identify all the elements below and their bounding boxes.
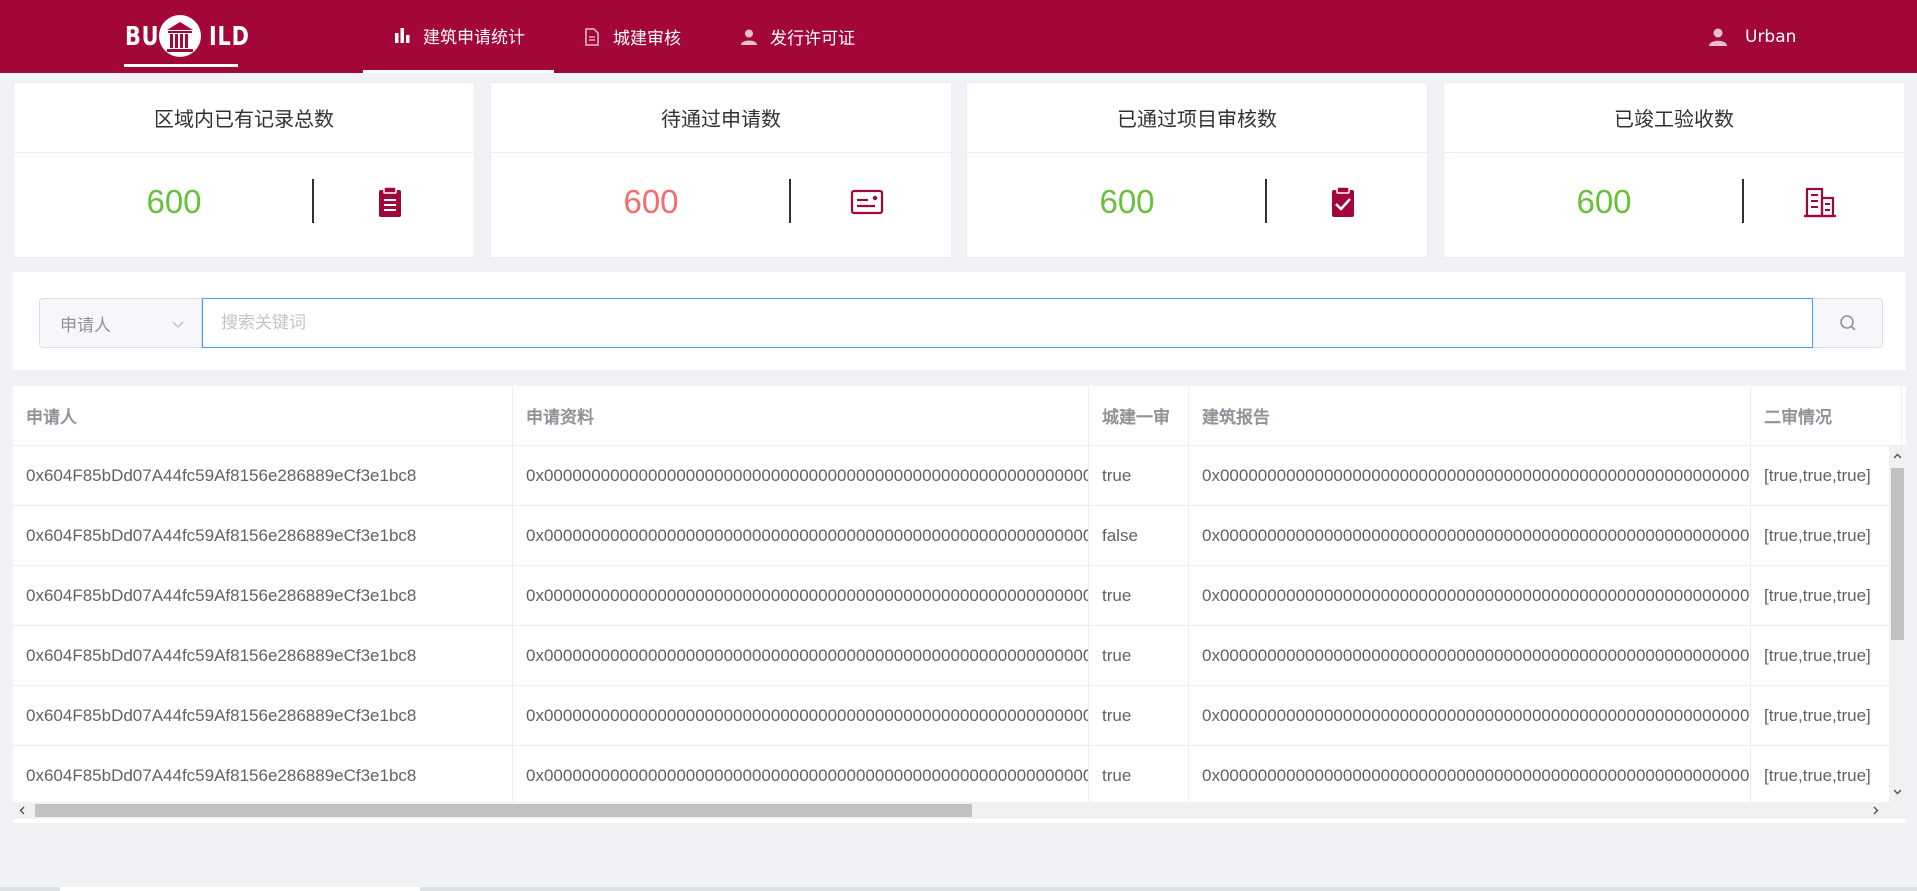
- stat-divider: [1742, 179, 1744, 223]
- cell-second-review: [true,true,true]: [1751, 506, 1902, 565]
- cell-application-docs: 0x00000000000000000000000000000000000000…: [513, 746, 1089, 805]
- logo-text-right: ILD: [209, 22, 250, 52]
- scroll-left-arrow-icon[interactable]: [18, 806, 27, 815]
- clipboard-icon: [379, 186, 401, 217]
- cell-applicant: 0x604F85bDd07A44fc59Af8156e286889eCf3e1b…: [13, 686, 513, 745]
- search-button[interactable]: [1813, 298, 1883, 348]
- table-row[interactable]: 0x604F85bDd07A44fc59Af8156e286889eCf3e1b…: [13, 626, 1902, 686]
- column-header-second-review[interactable]: 二审情况: [1751, 386, 1902, 445]
- column-header-truncated[interactable]: 建: [1902, 386, 1906, 445]
- table-row[interactable]: 0x604F85bDd07A44fc59Af8156e286889eCf3e1b…: [13, 506, 1902, 566]
- stat-title: 待通过申请数: [491, 83, 951, 153]
- cell-application-docs: 0x00000000000000000000000000000000000000…: [513, 446, 1089, 505]
- cell-applicant: 0x604F85bDd07A44fc59Af8156e286889eCf3e1b…: [13, 746, 513, 805]
- search-input[interactable]: [202, 298, 1813, 348]
- vertical-scroll-thumb[interactable]: [1891, 468, 1904, 640]
- column-header-building-report[interactable]: 建筑报告: [1189, 386, 1751, 445]
- table-row[interactable]: 0x604F85bDd07A44fc59Af8156e286889eCf3e1b…: [13, 686, 1902, 746]
- user-icon: [741, 29, 757, 45]
- cell-building-report: 0x00000000000000000000000000000000000000…: [1189, 446, 1751, 505]
- nav-issue-license[interactable]: 发行许可证: [740, 0, 855, 73]
- chevron-down-icon: [172, 321, 184, 329]
- stat-divider: [789, 179, 791, 223]
- cell-second-review: [true,true,true]: [1751, 566, 1902, 625]
- scroll-right-arrow-icon[interactable]: [1871, 806, 1880, 815]
- nav-label: 建筑申请统计: [423, 27, 525, 48]
- stat-title: 已通过项目审核数: [967, 83, 1427, 153]
- scroll-down-arrow-icon[interactable]: [1893, 787, 1902, 796]
- scroll-up-arrow-icon[interactable]: [1893, 452, 1902, 461]
- stat-card-approved: 已通过项目审核数 600: [966, 82, 1428, 258]
- cell-first-review: true: [1089, 446, 1189, 505]
- column-header-first-review[interactable]: 城建一审: [1089, 386, 1189, 445]
- logo-underline: [124, 64, 238, 67]
- select-value: 申请人: [60, 315, 111, 336]
- cell-building-report: 0x00000000000000000000000000000000000000…: [1189, 626, 1751, 685]
- cell-applicant: 0x604F85bDd07A44fc59Af8156e286889eCf3e1b…: [13, 506, 513, 565]
- cell-second-review: [true,true,true]: [1751, 686, 1902, 745]
- id-card-icon: [850, 189, 884, 215]
- stat-divider: [312, 179, 314, 223]
- table-row[interactable]: 0x604F85bDd07A44fc59Af8156e286889eCf3e1b…: [13, 566, 1902, 626]
- cell-applicant: 0x604F85bDd07A44fc59Af8156e286889eCf3e1b…: [13, 446, 513, 505]
- stat-card-total-records: 区域内已有记录总数 600: [13, 82, 475, 258]
- nav-label: 发行许可证: [770, 29, 855, 49]
- search-icon: [1839, 315, 1856, 331]
- user-menu[interactable]: Urban: [1708, 0, 1796, 73]
- logo-text-left: BU: [125, 22, 160, 52]
- stat-value: 600: [146, 183, 202, 220]
- cell-applicant: 0x604F85bDd07A44fc59Af8156e286889eCf3e1b…: [13, 566, 513, 625]
- user-icon: [1709, 28, 1727, 46]
- vertical-scrollbar[interactable]: [1889, 446, 1906, 802]
- horizontal-scroll-thumb[interactable]: [35, 804, 972, 817]
- table-row[interactable]: 0x604F85bDd07A44fc59Af8156e286889eCf3e1b…: [13, 746, 1902, 806]
- build-logo[interactable]: BU ILD: [124, 14, 249, 68]
- cell-applicant: 0x604F85bDd07A44fc59Af8156e286889eCf3e1b…: [13, 626, 513, 685]
- stat-title: 已竣工验收数: [1444, 83, 1904, 153]
- column-header-applicant[interactable]: 申请人: [13, 386, 513, 445]
- column-building-icon: [159, 15, 201, 57]
- top-navbar: BU ILD 建筑申请统计 城建审核 发行许可证 Urban: [0, 0, 1917, 73]
- cell-first-review: true: [1089, 626, 1189, 685]
- table-row[interactable]: 0x604F85bDd07A44fc59Af8156e286889eCf3e1b…: [13, 446, 1902, 506]
- cell-building-report: 0x00000000000000000000000000000000000000…: [1189, 566, 1751, 625]
- cell-building-report: 0x00000000000000000000000000000000000000…: [1189, 686, 1751, 745]
- table-header: 申请人 申请资料 城建一审 建筑报告 二审情况 建: [13, 386, 1906, 446]
- cell-application-docs: 0x00000000000000000000000000000000000000…: [513, 626, 1089, 685]
- cell-second-review: [true,true,true]: [1751, 446, 1902, 505]
- column-header-application-docs[interactable]: 申请资料: [513, 386, 1089, 445]
- stat-value: 600: [1099, 183, 1155, 220]
- stat-value: 600: [1576, 183, 1632, 220]
- stat-divider: [1265, 179, 1267, 223]
- nav-label: 城建审核: [613, 29, 681, 49]
- horizontal-scrollbar[interactable]: [13, 802, 1906, 819]
- cell-application-docs: 0x00000000000000000000000000000000000000…: [513, 686, 1089, 745]
- bar-chart-icon: [395, 28, 410, 43]
- cell-building-report: 0x00000000000000000000000000000000000000…: [1189, 506, 1751, 565]
- cell-second-review: [true,true,true]: [1751, 626, 1902, 685]
- cell-first-review: true: [1089, 686, 1189, 745]
- building-icon: [1804, 187, 1836, 218]
- stat-value: 600: [623, 183, 679, 220]
- cell-first-review: true: [1089, 746, 1189, 805]
- cell-first-review: false: [1089, 506, 1189, 565]
- cell-application-docs: 0x00000000000000000000000000000000000000…: [513, 506, 1089, 565]
- stat-title: 区域内已有记录总数: [14, 83, 474, 153]
- bottom-tab-indicator: [60, 887, 420, 891]
- nav-building-stats[interactable]: 建筑申请统计: [363, 0, 554, 73]
- stat-card-pending: 待通过申请数 600: [490, 82, 952, 258]
- search-panel: 申请人: [13, 272, 1906, 370]
- clipboard-check-icon: [1332, 186, 1354, 217]
- cell-first-review: true: [1089, 566, 1189, 625]
- search-field-select[interactable]: 申请人: [39, 298, 202, 348]
- cell-second-review: [true,true,true]: [1751, 746, 1902, 805]
- user-name: Urban: [1745, 26, 1797, 47]
- stat-card-completed: 已竣工验收数 600: [1443, 82, 1905, 258]
- cell-application-docs: 0x00000000000000000000000000000000000000…: [513, 566, 1089, 625]
- document-icon: [585, 27, 599, 46]
- nav-urban-review[interactable]: 城建审核: [583, 0, 681, 73]
- records-table: 申请人 申请资料 城建一审 建筑报告 二审情况 建 0x604F85bDd07A…: [13, 386, 1906, 823]
- cell-building-report: 0x00000000000000000000000000000000000000…: [1189, 746, 1751, 805]
